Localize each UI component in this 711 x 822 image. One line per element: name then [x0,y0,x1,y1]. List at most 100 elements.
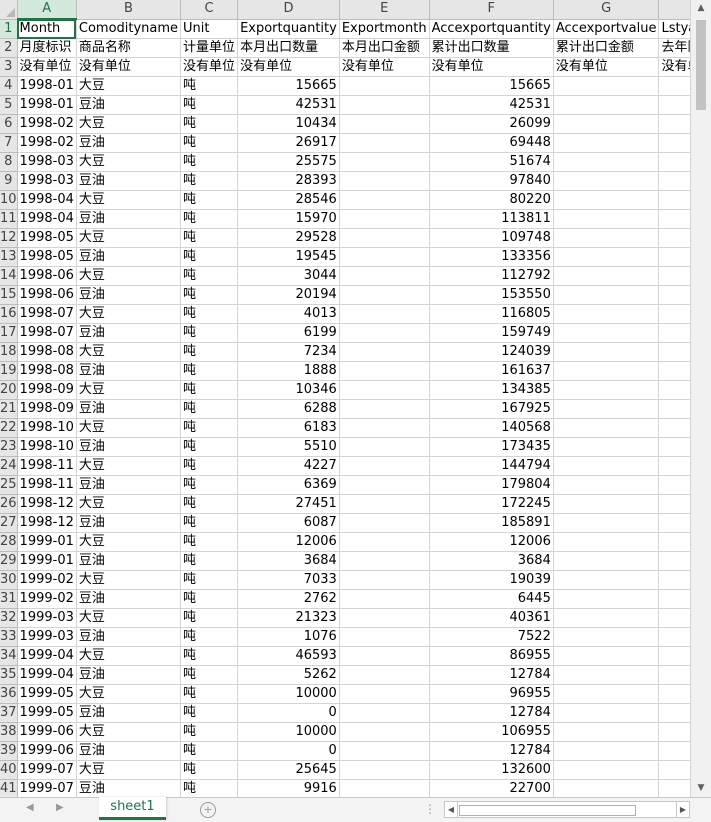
add-sheet-icon[interactable]: + [200,802,216,818]
cell-e15[interactable] [339,285,430,305]
row-header-36[interactable]: 36 [0,684,18,704]
cell-e7[interactable] [339,133,430,153]
cell-c12[interactable]: 吨 [180,228,239,248]
cell-b36[interactable]: 大豆 [76,684,182,704]
cell-f38[interactable]: 106955 [429,722,554,742]
cell-c20[interactable]: 吨 [180,380,239,400]
spreadsheet-grid[interactable]: ABCDEFGHIJ1MonthComoditynameUnitExportqu… [0,0,690,797]
cell-d26[interactable]: 27451 [237,494,340,514]
cell-a24[interactable]: 1998-11 [17,456,77,476]
cell-a29[interactable]: 1999-01 [17,551,77,571]
cell-e19[interactable] [339,361,430,381]
cell-b10[interactable]: 大豆 [76,190,182,210]
cell-c11[interactable]: 吨 [180,209,239,229]
cell-d9[interactable]: 28393 [237,171,340,191]
cell-d5[interactable]: 42531 [237,95,340,115]
row-header-5[interactable]: 5 [0,95,18,115]
row-header-25[interactable]: 25 [0,475,18,495]
cell-f37[interactable]: 12784 [429,703,554,723]
cell-h28[interactable]: 15665 [658,532,690,552]
cell-a11[interactable]: 1998-04 [17,209,77,229]
cell-d10[interactable]: 28546 [237,190,340,210]
cell-f6[interactable]: 26099 [429,114,554,134]
cell-d28[interactable]: 12006 [237,532,340,552]
cell-h24[interactable] [658,456,690,476]
cell-e3[interactable]: 没有单位 [339,57,430,77]
cell-f13[interactable]: 133356 [429,247,554,267]
cell-d33[interactable]: 1076 [237,627,340,647]
cell-d2[interactable]: 本月出口数量 [237,38,340,58]
cell-g10[interactable] [553,190,660,210]
cell-a12[interactable]: 1998-05 [17,228,77,248]
cell-f34[interactable]: 86955 [429,646,554,666]
cell-h19[interactable] [658,361,690,381]
cell-g29[interactable] [553,551,660,571]
cell-g4[interactable] [553,76,660,96]
cell-a37[interactable]: 1999-05 [17,703,77,723]
column-header-a[interactable]: A [17,0,77,20]
cell-e39[interactable] [339,741,430,761]
cell-a7[interactable]: 1998-02 [17,133,77,153]
cell-f3[interactable]: 没有单位 [429,57,554,77]
cell-b8[interactable]: 大豆 [76,152,182,172]
cell-g37[interactable] [553,703,660,723]
cell-f10[interactable]: 80220 [429,190,554,210]
cell-d32[interactable]: 21323 [237,608,340,628]
cell-e5[interactable] [339,95,430,115]
cell-g7[interactable] [553,133,660,153]
row-header-3[interactable]: 3 [0,57,18,77]
cell-d37[interactable]: 0 [237,703,340,723]
cell-d6[interactable]: 10434 [237,114,340,134]
row-header-11[interactable]: 11 [0,209,18,229]
cell-g8[interactable] [553,152,660,172]
cell-h25[interactable] [658,475,690,495]
cell-a21[interactable]: 1998-09 [17,399,77,419]
cell-g27[interactable] [553,513,660,533]
cell-g30[interactable] [553,570,660,590]
cell-e41[interactable] [339,779,430,797]
cell-h16[interactable] [658,304,690,324]
cell-f2[interactable]: 累计出口数量 [429,38,554,58]
cell-c40[interactable]: 吨 [180,760,239,780]
cell-a35[interactable]: 1999-04 [17,665,77,685]
cell-c27[interactable]: 吨 [180,513,239,533]
row-header-39[interactable]: 39 [0,741,18,761]
column-header-g[interactable]: G [553,0,660,20]
cell-f18[interactable]: 124039 [429,342,554,362]
cell-a4[interactable]: 1998-01 [17,76,77,96]
cell-b5[interactable]: 豆油 [76,95,182,115]
row-header-8[interactable]: 8 [0,152,18,172]
row-header-6[interactable]: 6 [0,114,18,134]
cell-f20[interactable]: 134385 [429,380,554,400]
cell-d40[interactable]: 25645 [237,760,340,780]
cell-a15[interactable]: 1998-06 [17,285,77,305]
cell-b27[interactable]: 豆油 [76,513,182,533]
cell-f1[interactable]: Accexportquantity [429,19,554,39]
cell-c6[interactable]: 吨 [180,114,239,134]
horizontal-scrollbar[interactable] [458,801,676,818]
cell-g24[interactable] [553,456,660,476]
cell-d20[interactable]: 10346 [237,380,340,400]
cell-b38[interactable]: 大豆 [76,722,182,742]
cell-d35[interactable]: 5262 [237,665,340,685]
cell-g17[interactable] [553,323,660,343]
cell-b34[interactable]: 大豆 [76,646,182,666]
cell-b29[interactable]: 豆油 [76,551,182,571]
row-header-19[interactable]: 19 [0,361,18,381]
cell-h23[interactable] [658,437,690,457]
cell-b6[interactable]: 大豆 [76,114,182,134]
cell-a38[interactable]: 1999-06 [17,722,77,742]
cell-g31[interactable] [553,589,660,609]
cell-g38[interactable] [553,722,660,742]
cell-a23[interactable]: 1998-10 [17,437,77,457]
cell-e18[interactable] [339,342,430,362]
scroll-right-icon[interactable]: ▶ [676,801,690,818]
cell-h37[interactable]: 133356 [658,703,690,723]
cell-c36[interactable]: 吨 [180,684,239,704]
cell-c8[interactable]: 吨 [180,152,239,172]
cell-b20[interactable]: 大豆 [76,380,182,400]
cell-d41[interactable]: 9916 [237,779,340,797]
cell-c25[interactable]: 吨 [180,475,239,495]
cell-c24[interactable]: 吨 [180,456,239,476]
scroll-left-icon[interactable]: ◀ [444,801,458,818]
